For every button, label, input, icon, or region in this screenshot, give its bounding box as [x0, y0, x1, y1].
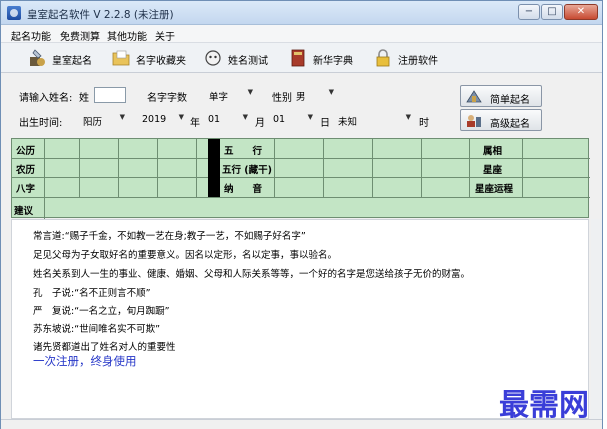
gender-value: 男	[296, 92, 306, 103]
gender-select[interactable]: 男 ▼	[294, 87, 334, 103]
year-unit: 年	[190, 118, 200, 129]
grid-row-label-advice: 建议	[14, 206, 34, 217]
menu-naming[interactable]: 起名功能	[11, 28, 51, 43]
year-select[interactable]: 2019 ▼	[140, 112, 184, 128]
toolbar-register-button[interactable]: 注册软件	[373, 47, 447, 69]
surname-input[interactable]	[94, 87, 126, 103]
lock-icon	[376, 49, 390, 67]
minimize-button[interactable]: −	[518, 4, 540, 20]
chevron-down-icon: ▼	[247, 88, 253, 96]
scrollbar[interactable]	[591, 219, 602, 419]
advanced-naming-button[interactable]: 高级起名	[460, 109, 542, 131]
grid-row-label-lunar: 农历	[16, 165, 36, 176]
char-count-label: 名字字数	[147, 93, 187, 104]
char-count-value: 单字	[209, 92, 229, 103]
grid-label-constellation-fortune: 星座运程	[475, 184, 514, 195]
calendar-select[interactable]: 阳历 ▼	[81, 112, 125, 128]
birth-label: 出生时间:	[19, 118, 63, 129]
note-line: 苏东坡说:“世间唯名实不可欺”	[33, 324, 161, 335]
grid-row-label-solar: 公历	[16, 146, 36, 157]
hour-value: 未知	[338, 117, 358, 128]
folder-icon	[112, 50, 130, 66]
hour-unit: 时	[419, 118, 429, 129]
chevron-down-icon: ▼	[405, 113, 411, 121]
note-line: 足见父母为子女取好名的重要意义。因名以定形，名以定事，事以验名。	[33, 250, 338, 261]
maximize-button[interactable]: □	[541, 4, 563, 20]
grid-label-constellation: 星座	[483, 165, 503, 176]
day-value: 01	[273, 114, 286, 125]
grid-label-nayin: 纳 音	[224, 184, 263, 195]
note-line: 孔 子说:“名不正则言不顺”	[33, 288, 151, 299]
chevron-down-icon: ▼	[242, 113, 248, 121]
day-unit: 日	[320, 118, 330, 129]
note-line: 姓名关系到人一生的事业、健康、婚姻、父母和人际关系等等，一个好的名字是您送给孩子…	[33, 269, 471, 280]
surname-prefix: 姓	[79, 93, 89, 104]
dictionary-icon	[291, 49, 305, 67]
simple-naming-label: 简单起名	[490, 95, 530, 106]
promo-text: 一次注册，终身使用	[33, 354, 137, 368]
toolbar-dictionary-button[interactable]: 新华字典	[288, 47, 362, 69]
month-unit: 月	[255, 118, 265, 129]
birth-time-row: 出生时间: 阳历 ▼ 2019 ▼ 年 01 ▼ 月 01 ▼ 日 未知 ▼ 时 高级起名	[1, 109, 602, 131]
intro-text-panel: 常言道:“赐子千金，不如教一艺在身;教子一艺，不如赐子好名字” 足见父母为子女取…	[11, 219, 589, 423]
menu-about[interactable]: 关于	[155, 28, 175, 43]
chevron-down-icon: ▼	[307, 113, 313, 121]
toolbar-label: 注册软件	[398, 56, 438, 67]
chevron-down-icon: ▼	[119, 113, 125, 121]
grid-row-label-bazi: 八字	[16, 184, 36, 195]
menu-free-calc[interactable]: 免费测算	[60, 28, 100, 43]
day-select[interactable]: 01 ▼	[271, 112, 313, 128]
bazi-info-grid: 公历 农历 八字 建议 五 行 五行 (藏干) 纳 音 属相 星座 星座运程	[11, 138, 590, 219]
year-value: 2019	[142, 114, 167, 125]
title-bar[interactable]: 皇室起名软件 V 2.2.8 (未注册) − □ ✕	[1, 1, 602, 25]
watermark-logo: 最需网	[499, 388, 589, 423]
month-value: 01	[208, 114, 221, 125]
toolbar: 皇室起名 名字收藏夹 姓名测试 新华字典 注册软件	[1, 43, 602, 73]
calendar-value: 阳历	[83, 117, 103, 128]
toolbar-label: 新华字典	[313, 56, 353, 67]
char-count-select[interactable]: 单字 ▼	[207, 87, 253, 103]
chevron-down-icon: ▼	[328, 88, 334, 96]
toolbar-royal-naming-button[interactable]: 皇室起名	[27, 47, 101, 69]
menu-other[interactable]: 其他功能	[107, 28, 147, 43]
advanced-naming-icon	[467, 115, 481, 127]
toolbar-label: 名字收藏夹	[136, 56, 186, 67]
app-icon	[7, 6, 21, 20]
royal-naming-icon	[30, 49, 45, 66]
app-window: 皇室起名软件 V 2.2.8 (未注册) − □ ✕ 起名功能 免费测算 其他功…	[0, 0, 603, 429]
toolbar-name-test-button[interactable]: 姓名测试	[203, 47, 277, 69]
grid-label-zodiac: 属相	[483, 146, 503, 157]
note-line: 诸先贤都道出了姓名对人的重要性	[33, 342, 176, 353]
grid-label-wuxing-canggan: 五行 (藏干)	[222, 165, 272, 176]
month-select[interactable]: 01 ▼	[206, 112, 248, 128]
grid-divider	[208, 139, 220, 197]
surname-label: 请输入姓名:	[19, 93, 73, 104]
gender-label: 性别	[272, 93, 292, 104]
note-line: 严 复说:“一名之立，旬月踟蹰”	[33, 306, 170, 317]
toolbar-favorites-button[interactable]: 名字收藏夹	[111, 47, 193, 69]
menu-bar: 起名功能 免费测算 其他功能 关于	[1, 25, 602, 43]
toolbar-label: 姓名测试	[228, 56, 268, 67]
test-icon	[205, 50, 221, 66]
chevron-down-icon: ▼	[178, 113, 184, 121]
advanced-naming-label: 高级起名	[490, 119, 530, 130]
toolbar-label: 皇室起名	[52, 56, 92, 67]
window-title: 皇室起名软件 V 2.2.8 (未注册)	[27, 9, 174, 21]
note-line: 常言道:“赐子千金，不如教一艺在身;教子一艺，不如赐子好名字”	[33, 231, 306, 242]
simple-naming-button[interactable]: 简单起名	[460, 85, 542, 107]
name-input-row: 请输入姓名: 姓 名字字数 单字 ▼ 性别 男 ▼ 简单起名	[1, 85, 602, 107]
grid-label-wuxing: 五 行	[224, 146, 263, 157]
hour-select[interactable]: 未知 ▼	[336, 112, 411, 128]
status-bar	[1, 419, 602, 429]
close-button[interactable]: ✕	[564, 4, 598, 20]
naming-icon	[466, 90, 482, 103]
